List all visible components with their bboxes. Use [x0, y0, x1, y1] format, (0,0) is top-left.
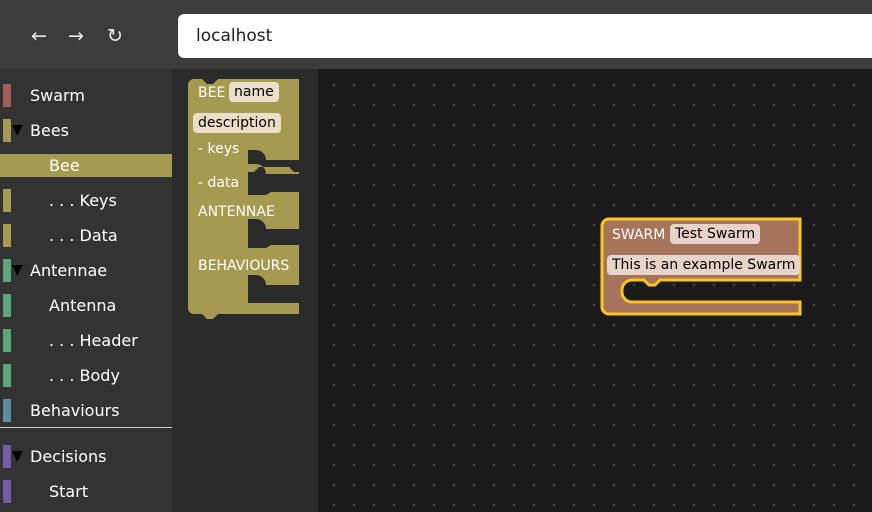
swarm-name-field[interactable]: Test Swarm [670, 224, 761, 244]
swarm-block-title: SWARM [612, 227, 666, 243]
swarm-description-field[interactable]: This is an example Swarm [607, 255, 801, 275]
